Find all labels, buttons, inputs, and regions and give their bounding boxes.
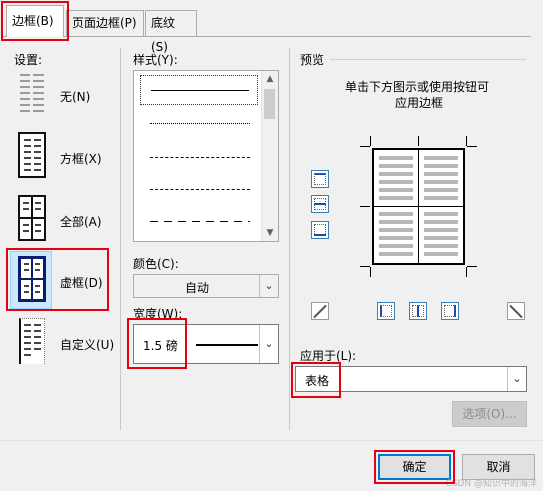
border-inside-horizontal-icon[interactable] bbox=[311, 195, 329, 213]
scroll-up-icon[interactable]: ▲ bbox=[262, 71, 278, 87]
style-item-dashed[interactable] bbox=[140, 175, 258, 205]
border-inside-vertical-icon[interactable] bbox=[409, 302, 427, 320]
setting-none-icon[interactable] bbox=[14, 68, 50, 120]
setting-none-label[interactable]: 无(N) bbox=[60, 88, 90, 105]
preview-tick bbox=[466, 267, 467, 277]
color-heading: 颜色(C): bbox=[133, 257, 179, 271]
preview-hint-1: 单击下方图示或使用按钮可 bbox=[345, 80, 490, 94]
style-scrollbar[interactable]: ▲ ▼ bbox=[261, 71, 278, 241]
width-select[interactable]: 1.5 磅 ⌄ bbox=[133, 324, 279, 364]
setting-box-icon[interactable] bbox=[14, 130, 50, 182]
border-bottom-icon[interactable] bbox=[311, 221, 329, 239]
apply-to-heading: 应用于(L): bbox=[300, 349, 357, 363]
preview-tick bbox=[466, 136, 467, 146]
preview-tick bbox=[467, 146, 477, 147]
width-select-value: 1.5 磅 bbox=[143, 339, 178, 353]
style-item-dotted[interactable] bbox=[140, 109, 258, 139]
preview-tick bbox=[370, 136, 371, 146]
preview-heading: 预览 bbox=[300, 53, 325, 67]
style-item-solid[interactable] bbox=[140, 75, 258, 105]
setting-custom-label[interactable]: 自定义(U) bbox=[60, 336, 114, 353]
preview-tick bbox=[467, 266, 477, 267]
preview-hint-2: 应用边框 bbox=[395, 96, 444, 110]
chevron-down-icon[interactable]: ⌄ bbox=[259, 275, 278, 297]
preview-tick bbox=[360, 206, 370, 207]
divider-right bbox=[289, 48, 290, 430]
footer-divider bbox=[0, 440, 543, 441]
style-item-dashed-small[interactable] bbox=[140, 143, 258, 173]
settings-heading: 设置: bbox=[14, 53, 43, 67]
preview-tick bbox=[418, 136, 419, 146]
apply-to-select[interactable]: 表格 ⌄ bbox=[295, 366, 527, 392]
tab-shading[interactable]: 底纹(S) bbox=[145, 10, 197, 54]
setting-all-label[interactable]: 全部(A) bbox=[60, 213, 102, 230]
setting-custom-icon[interactable] bbox=[14, 316, 50, 368]
diagonal-down-icon[interactable] bbox=[507, 302, 525, 320]
preview-group-line bbox=[330, 59, 526, 60]
ok-button[interactable]: 确定 bbox=[378, 454, 451, 480]
preview-tick bbox=[360, 146, 370, 147]
divider-left bbox=[120, 48, 121, 430]
scroll-down-icon[interactable]: ▼ bbox=[262, 225, 278, 241]
border-top-icon[interactable] bbox=[311, 170, 329, 188]
style-heading: 样式(Y): bbox=[133, 53, 178, 67]
options-button[interactable]: 选项(O)... bbox=[452, 401, 527, 427]
setting-grid-icon[interactable] bbox=[14, 254, 50, 306]
tab-borders[interactable]: 边框(B) bbox=[6, 5, 64, 37]
border-left-icon[interactable] bbox=[377, 302, 395, 320]
preview-tick bbox=[370, 267, 371, 277]
apply-to-value: 表格 bbox=[305, 374, 330, 388]
border-right-icon[interactable] bbox=[441, 302, 459, 320]
scroll-thumb[interactable] bbox=[264, 89, 275, 119]
watermark: CSDN @知识中的海洋 bbox=[445, 479, 537, 489]
width-line-sample bbox=[196, 344, 258, 346]
chevron-down-icon[interactable]: ⌄ bbox=[507, 367, 526, 391]
color-select-value: 自动 bbox=[184, 281, 209, 295]
chevron-down-icon[interactable]: ⌄ bbox=[259, 325, 278, 363]
preview-page[interactable] bbox=[372, 148, 465, 265]
style-listbox[interactable]: ▲ ▼ bbox=[133, 70, 279, 242]
setting-grid-label[interactable]: 虚框(D) bbox=[60, 274, 103, 291]
diagonal-up-icon[interactable] bbox=[311, 302, 329, 320]
tab-page-border[interactable]: 页面边框(P) bbox=[66, 10, 144, 36]
color-select[interactable]: 自动 ⌄ bbox=[133, 274, 279, 298]
setting-box-label[interactable]: 方框(X) bbox=[60, 150, 102, 167]
setting-all-icon[interactable] bbox=[14, 193, 50, 245]
style-item-dash-long[interactable] bbox=[140, 207, 258, 237]
tab-strip-divider bbox=[3, 36, 531, 37]
preview-tick bbox=[360, 266, 370, 267]
width-heading: 宽度(W): bbox=[133, 307, 183, 321]
